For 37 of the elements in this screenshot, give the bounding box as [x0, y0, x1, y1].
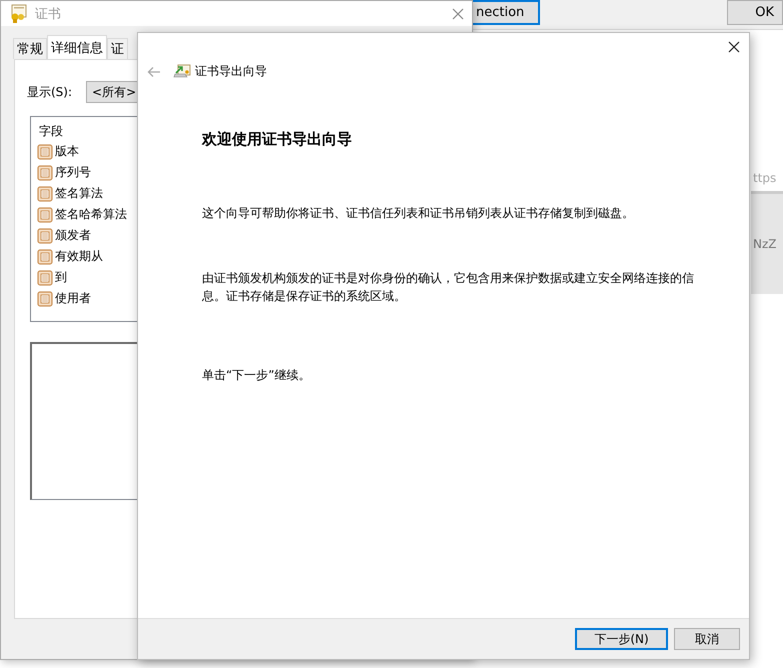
certificate-icon — [9, 4, 29, 24]
field-name[interactable]: 到 — [55, 269, 67, 286]
wizard-title: 证书导出向导 — [195, 63, 267, 80]
field-icon — [37, 290, 53, 306]
field-icon — [37, 270, 53, 286]
field-icon — [37, 248, 53, 264]
column-header[interactable]: 字段 — [37, 121, 63, 141]
description-text: 这个向导可帮助你将证书、证书信任列表和证书吊销列表从证书存储复制到磁盘。 — [202, 205, 635, 222]
field-name[interactable]: 签名哈希算法 — [55, 206, 127, 223]
close-icon — [728, 41, 740, 53]
cancel-button[interactable]: 取消 — [674, 628, 740, 650]
tab[interactable]: 证 — [107, 38, 128, 59]
close-icon — [452, 8, 464, 20]
field-icon — [37, 144, 53, 160]
export-icon — [173, 64, 191, 80]
tab[interactable]: 常规 — [13, 38, 47, 59]
field-name[interactable]: 签名算法 — [55, 185, 103, 202]
url-text: ttps — [752, 171, 776, 185]
field-icon — [37, 164, 53, 180]
field-name[interactable]: 颁发者 — [55, 227, 91, 244]
field-icon — [37, 206, 53, 222]
field-name[interactable]: 使用者 — [55, 290, 91, 307]
description-text: 由证书颁发机构颁发的证书是对你身份的确认，它包含用来保护数据或建立安全网络连接的信息。证书存储是保存证书的系统区域。 — [202, 270, 695, 305]
show-label: 显示(S): — [27, 84, 72, 100]
back-arrow-icon — [147, 66, 161, 78]
field-text: NzZ — [752, 237, 776, 251]
field-name[interactable]: 版本 — [55, 143, 79, 160]
dialog-button[interactable]: OK — [727, 0, 783, 25]
description-text: 单击“下一步”继续。 — [202, 367, 312, 384]
field-icon — [37, 186, 53, 202]
wizard-heading: 欢迎使用证书导出向导 — [202, 130, 353, 149]
window-title: 证书 — [35, 6, 62, 22]
field-icon — [37, 228, 53, 244]
next-button[interactable]: 下一步(N) — [575, 628, 668, 650]
tab[interactable]: 详细信息 — [47, 35, 107, 59]
field-name[interactable]: 序列号 — [55, 164, 91, 181]
field-name[interactable]: 有效期从 — [55, 248, 103, 265]
